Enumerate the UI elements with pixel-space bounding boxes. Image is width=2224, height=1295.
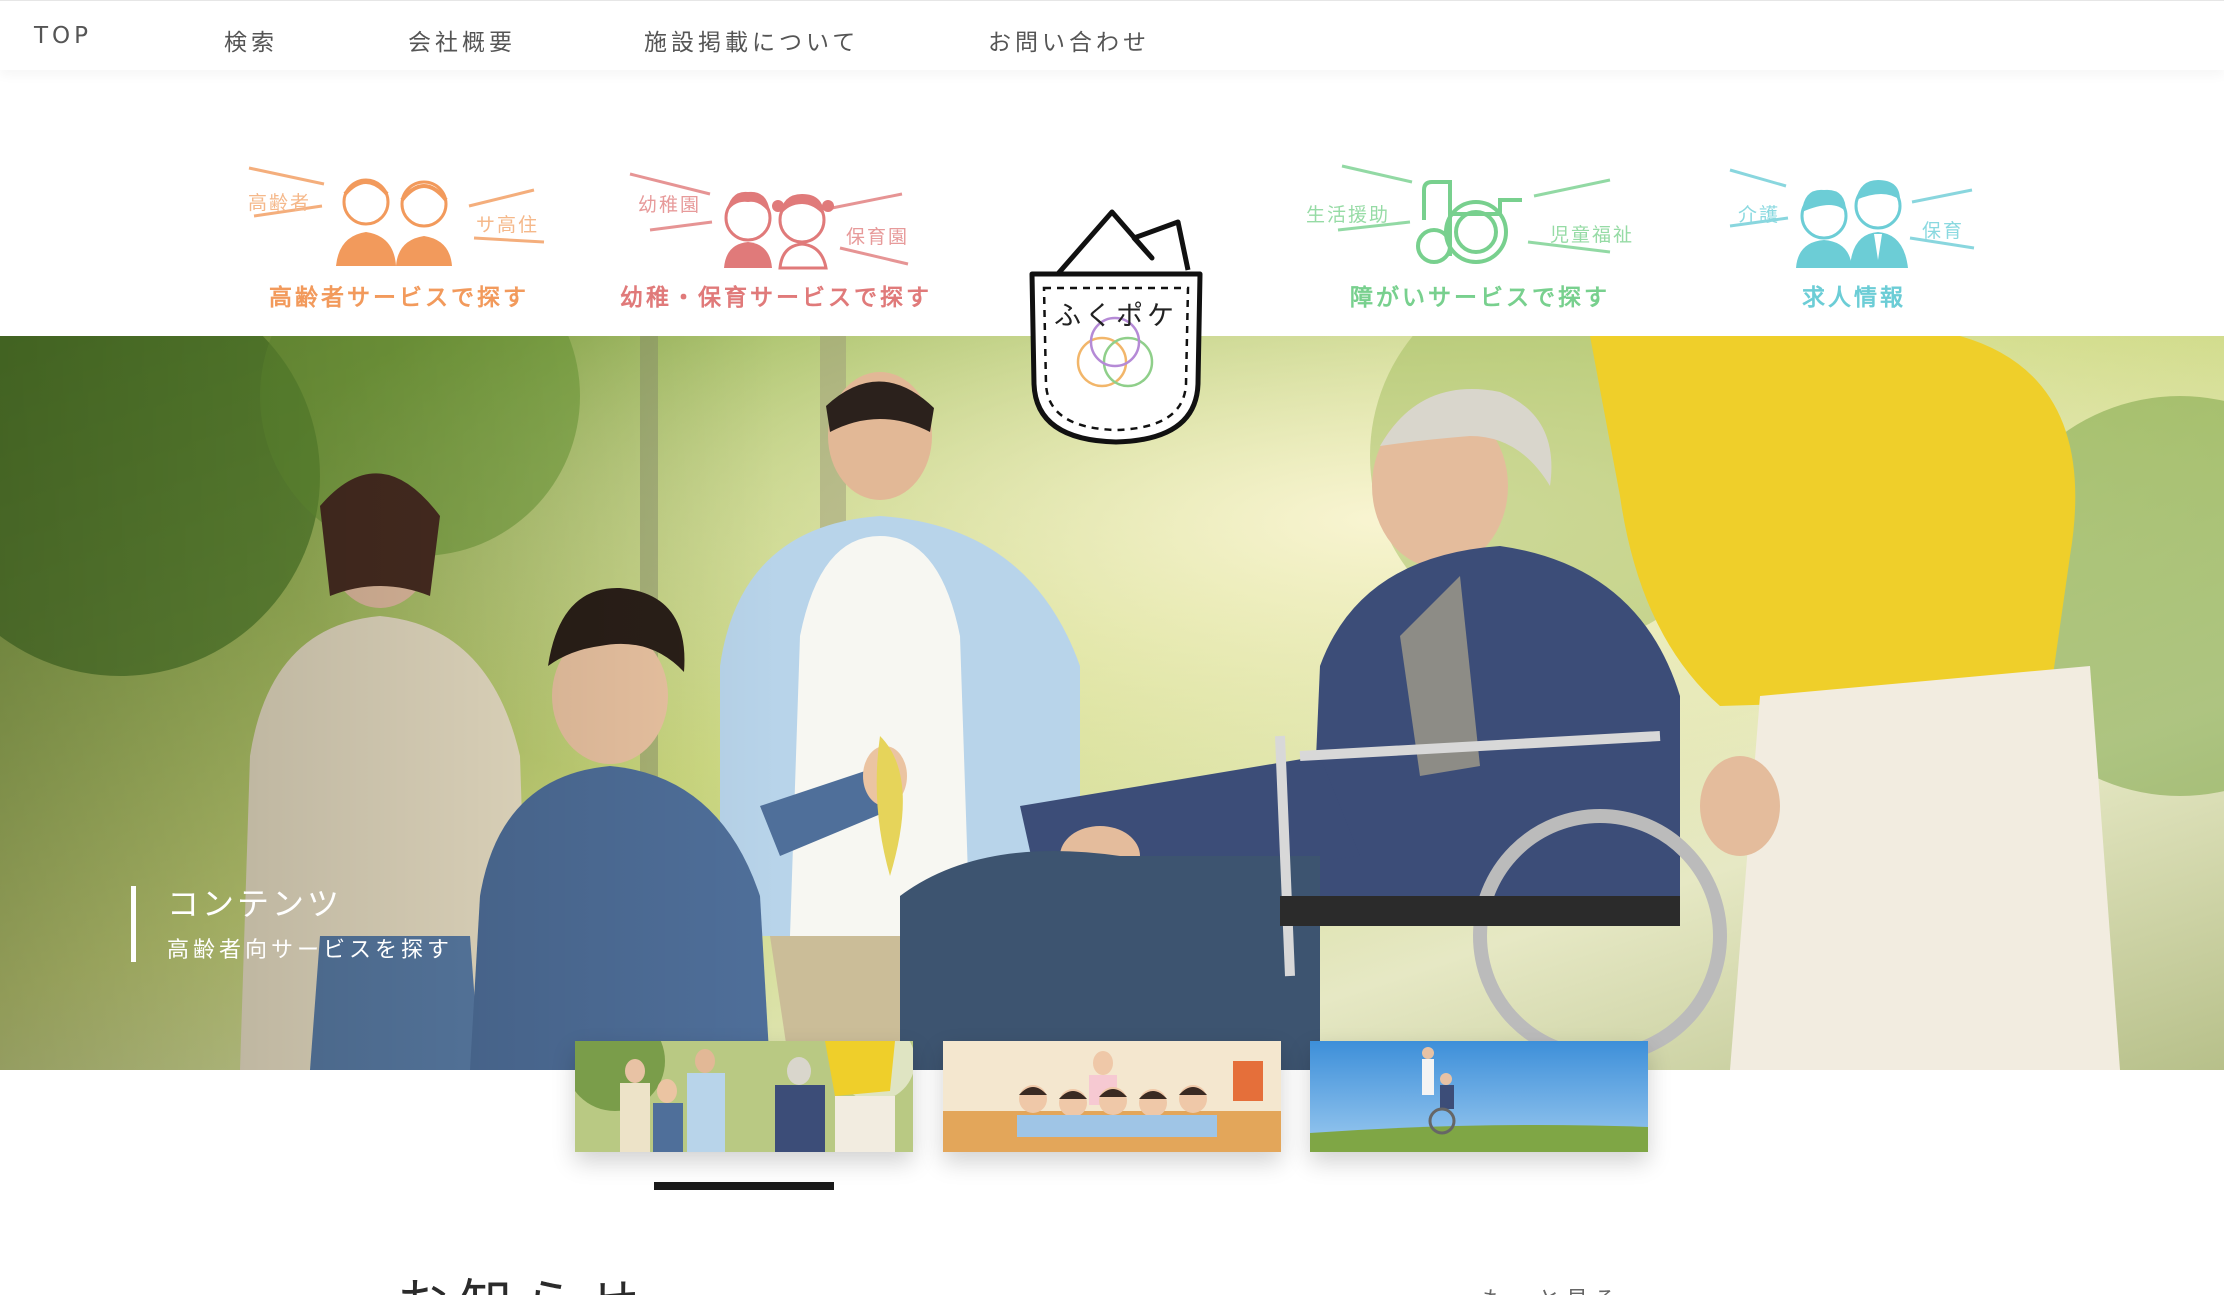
thumbnail-family-outdoor[interactable] xyxy=(575,1041,913,1152)
top-navigation: TOP 検索 会社概要 施設掲載について お問い合わせ xyxy=(0,0,2224,70)
category-jobs[interactable]: 介護 保育 求人情報 xyxy=(1724,70,1984,336)
news-more-link[interactable]: もっと見る xyxy=(1482,1282,1622,1295)
thumbnail-kids-image xyxy=(943,1041,1281,1152)
hero-caption: コンテンツ 高齢者向サービスを探す xyxy=(131,885,454,963)
tag-kindergarten: 幼稚園 xyxy=(638,194,702,216)
tag-childcare-job: 保育 xyxy=(1922,220,1965,242)
nav-search[interactable]: 検索 xyxy=(224,23,278,57)
tag-sakoju: サ高住 xyxy=(476,214,540,236)
thumbnail-kids-classroom[interactable] xyxy=(943,1041,1281,1152)
tag-elderly: 高齢者 xyxy=(248,192,312,214)
thumbnail-family-image xyxy=(575,1041,913,1152)
news-title: お知らせ xyxy=(396,1262,651,1295)
tag-care: 介護 xyxy=(1738,204,1781,226)
category-childcare-label: 幼稚・保育サービスで探す xyxy=(620,285,932,311)
logo-text: ふくポケ xyxy=(1054,301,1178,332)
tag-nursery: 保育園 xyxy=(846,226,910,248)
category-disability[interactable]: 生活援助 児童福祉 障がいサービスで探す xyxy=(1300,70,1660,336)
nav-contact[interactable]: お問い合わせ xyxy=(988,23,1150,57)
fukupoke-logo[interactable]: ふくポケ xyxy=(1028,208,1204,446)
category-elderly[interactable]: 高齢者 サ高住 高齢者サービスで探す xyxy=(244,70,554,336)
hero-caption-title: コンテンツ xyxy=(167,885,343,923)
nav-listing[interactable]: 施設掲載について xyxy=(644,23,859,57)
nav-top[interactable]: TOP xyxy=(34,23,92,49)
thumbnail-active-indicator xyxy=(654,1182,834,1190)
category-header: 高齢者 サ高住 高齢者サービスで探す 幼稚園 保育園 幼稚・保育サービスで探す xyxy=(0,70,2224,445)
tag-child-welfare: 児童福祉 xyxy=(1550,224,1635,246)
nav-company[interactable]: 会社概要 xyxy=(408,23,516,57)
category-jobs-label: 求人情報 xyxy=(1802,285,1906,311)
category-childcare[interactable]: 幼稚園 保育園 幼稚・保育サービスで探す xyxy=(620,70,930,336)
thumbnail-wheelchair-image xyxy=(1310,1041,1648,1152)
category-disability-label: 障がいサービスで探す xyxy=(1350,285,1610,311)
tag-life-support: 生活援助 xyxy=(1306,204,1391,226)
thumbnail-wheelchair-sky[interactable] xyxy=(1310,1041,1648,1152)
hero-caption-subtitle: 高齢者向サービスを探す xyxy=(167,938,454,963)
category-elderly-label: 高齢者サービスで探す xyxy=(269,285,529,311)
